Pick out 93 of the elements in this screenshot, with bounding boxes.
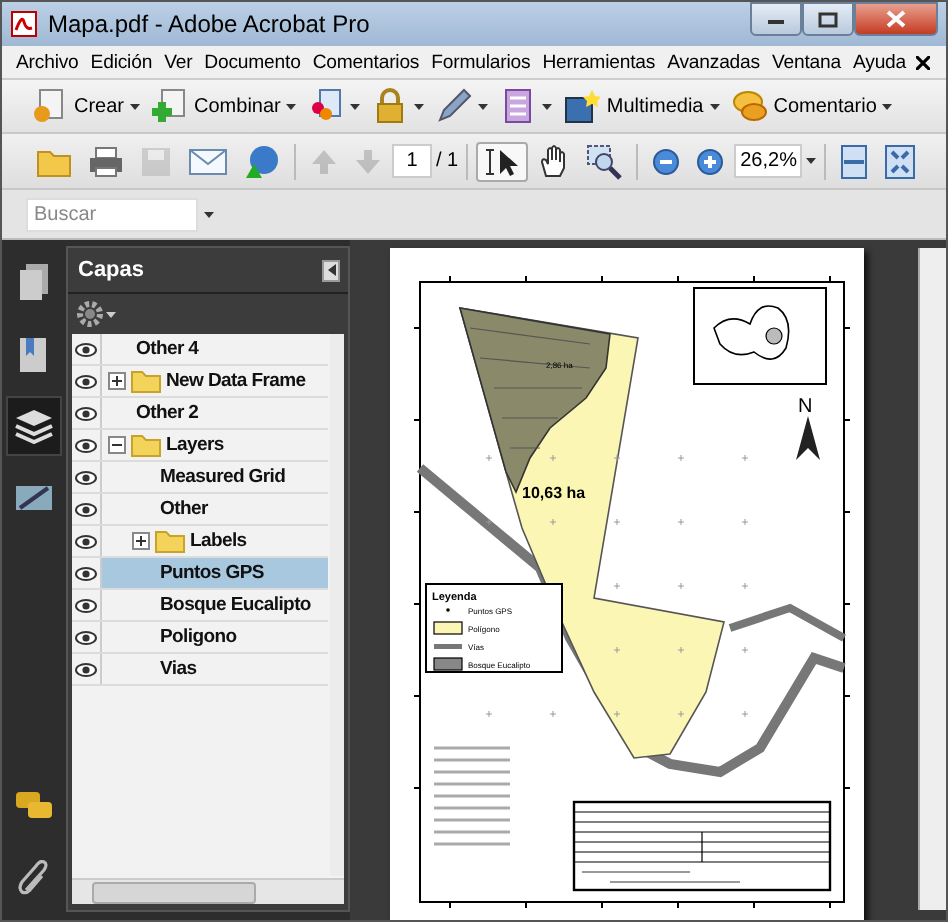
speech-bubbles-icon <box>731 88 768 124</box>
page-count: / 1 <box>436 150 459 172</box>
menu-item[interactable]: Ver <box>158 51 199 73</box>
zoom-level-dropdown[interactable]: 26,2% <box>734 144 803 178</box>
pdf-icon <box>10 10 38 38</box>
lock-icon <box>372 88 409 124</box>
caret-icon <box>414 103 425 109</box>
folder-icon <box>154 528 186 554</box>
menu-item[interactable]: Ventana <box>765 51 847 73</box>
signature-icon <box>14 482 54 514</box>
toolbar-button[interactable]: Comentario <box>729 88 895 124</box>
caret-icon <box>286 103 297 109</box>
form-icon <box>500 88 537 124</box>
menu-item[interactable]: Formularios <box>425 51 537 73</box>
window-title: Mapa.pdf - Adobe Acrobat Pro <box>48 10 372 38</box>
gear-icon <box>76 300 104 328</box>
caret-icon <box>478 103 489 109</box>
area-label: 10,63 ha <box>522 484 586 502</box>
folder-icon <box>130 368 162 394</box>
eye-icon[interactable] <box>72 526 102 556</box>
layer-item[interactable]: New Data Frame <box>102 366 328 396</box>
caret-icon <box>350 103 361 109</box>
maximize-icon <box>818 11 838 27</box>
menu-item[interactable]: Archivo <box>10 51 85 73</box>
eye-icon[interactable] <box>72 398 102 428</box>
layer-item[interactable]: Vias <box>102 654 328 684</box>
toolbar-button[interactable]: Combinar <box>150 88 299 124</box>
caret-icon <box>882 103 893 109</box>
toolbar-button[interactable]: Crear <box>30 88 143 124</box>
pages-icon <box>18 262 50 302</box>
collapse-icon[interactable] <box>108 436 126 454</box>
bookmark-icon <box>18 334 50 374</box>
caret-icon[interactable] <box>806 158 817 164</box>
eye-icon[interactable] <box>72 334 102 364</box>
maximize-button[interactable] <box>802 2 854 36</box>
menu-item[interactable]: Edición <box>84 51 159 73</box>
forest-symbol <box>433 657 463 671</box>
close-icon[interactable] <box>916 55 930 69</box>
layer-item[interactable]: Bosque Eucalipto <box>102 590 328 620</box>
layers-icon <box>14 408 54 444</box>
caret-icon <box>106 311 116 317</box>
menu-item[interactable]: Ayuda <box>847 51 913 73</box>
layer-item[interactable]: Other 4 <box>102 334 328 364</box>
eye-icon[interactable] <box>72 366 102 396</box>
caret-icon <box>709 103 720 109</box>
road-symbol <box>434 644 462 649</box>
layers-tab[interactable] <box>6 396 62 456</box>
toolbar-icon-button[interactable] <box>434 88 491 124</box>
search-field[interactable]: Buscar <box>26 197 198 231</box>
document-plus-icon <box>152 88 189 124</box>
eye-icon[interactable] <box>72 494 102 524</box>
collapse-panel-button[interactable] <box>322 259 340 281</box>
close-button[interactable] <box>854 2 938 36</box>
layer-item[interactable]: Layers <box>102 430 328 460</box>
people-document-icon <box>308 88 345 124</box>
vertical-scrollbar[interactable] <box>330 334 344 876</box>
expand-icon[interactable] <box>132 532 150 550</box>
caret-icon <box>130 103 141 109</box>
north-label: N <box>798 396 813 418</box>
page-number-field[interactable]: 1 <box>392 144 432 178</box>
caret-icon <box>542 103 553 109</box>
eye-icon[interactable] <box>72 430 102 460</box>
menu-item[interactable]: Documento <box>198 51 307 73</box>
select-tool-button[interactable] <box>476 141 529 181</box>
menu-item[interactable]: Comentarios <box>306 51 426 73</box>
document-icon <box>32 88 68 124</box>
vertical-scrollbar[interactable] <box>918 248 946 910</box>
horizontal-scrollbar[interactable] <box>72 878 344 904</box>
pen-icon <box>436 88 473 124</box>
minimize-button[interactable] <box>750 2 802 36</box>
layer-item[interactable]: Labels <box>102 526 328 556</box>
menu-item[interactable]: Avanzadas <box>661 51 766 73</box>
expand-icon[interactable] <box>108 372 126 390</box>
layer-item[interactable]: Poligono <box>102 622 328 652</box>
eye-icon[interactable] <box>72 462 102 492</box>
caret-icon[interactable] <box>204 211 214 217</box>
eye-icon[interactable] <box>72 590 102 620</box>
folder-icon <box>130 432 162 458</box>
close-icon <box>886 10 906 28</box>
polygon-symbol <box>433 621 463 635</box>
toolbar-icon-button[interactable] <box>306 88 363 124</box>
layer-item[interactable]: Puntos GPS <box>102 558 328 588</box>
eye-icon[interactable] <box>72 622 102 652</box>
menu-item[interactable]: Herramientas <box>536 51 662 73</box>
caret-icon <box>327 264 335 276</box>
layer-item[interactable]: Measured Grid <box>102 462 328 492</box>
layer-item[interactable]: Other 2 <box>102 398 328 428</box>
toolbar-button[interactable]: Multimedia <box>562 88 722 124</box>
eye-icon[interactable] <box>72 654 102 684</box>
film-icon <box>564 88 601 124</box>
options-menu-button[interactable] <box>76 300 116 328</box>
layer-item[interactable]: Other <box>102 494 328 524</box>
panel-title: Capas <box>78 258 145 282</box>
